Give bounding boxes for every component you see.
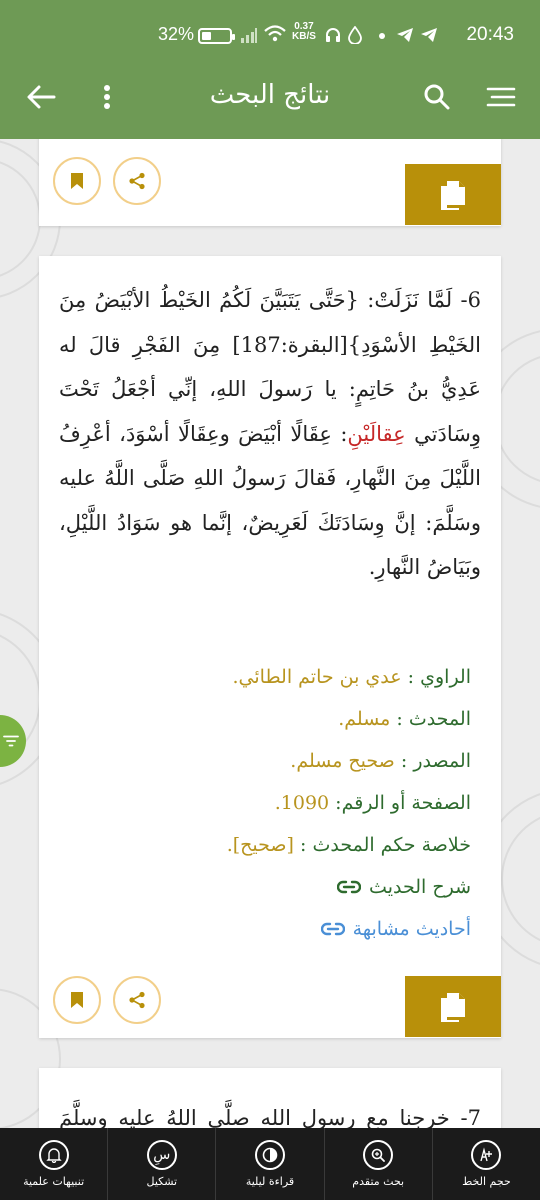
copy-icon: [441, 992, 465, 1022]
share-button[interactable]: [113, 157, 161, 205]
bookmark-icon: [71, 992, 83, 1008]
telegram-icon: [397, 28, 413, 42]
explain-hadith-link[interactable]: شرح الحديث: [59, 866, 471, 908]
similar-hadiths-label: أحاديث مشابهة: [352, 918, 471, 940]
search-button[interactable]: [414, 74, 460, 120]
night-reading-tool[interactable]: قراءة ليلية: [215, 1128, 323, 1200]
tashkeel-tool[interactable]: سِ تشكيل: [107, 1128, 215, 1200]
muhaddith-label: المحدث :: [396, 708, 471, 730]
bell-icon: [38, 1140, 69, 1170]
drawer-menu-button[interactable]: [478, 74, 524, 120]
battery-icon: [198, 28, 235, 44]
advanced-search-tool[interactable]: بحث متقدم: [323, 1128, 432, 1200]
hadith-highlight: عِقالَيْنِ: [347, 421, 406, 446]
hadith-card-prev: [39, 139, 501, 226]
share-button[interactable]: [113, 976, 161, 1024]
bookmark-button[interactable]: [53, 976, 101, 1024]
similar-hadiths-link[interactable]: أحاديث مشابهة: [59, 908, 471, 950]
narrator-value[interactable]: عدي بن حاتم الطائي.: [232, 666, 401, 688]
hadith-card-next: 7- خرجنا مع رسول الله صلَّى اللهُ عليه و…: [39, 1068, 501, 1128]
clock: 20:43: [466, 24, 514, 45]
notifications-tool[interactable]: تنبيهات علمية: [0, 1128, 107, 1200]
font-size-label: حجم الخط: [462, 1175, 511, 1188]
muhaddith-value[interactable]: مسلم.: [338, 708, 390, 730]
share-icon: [129, 991, 145, 1009]
link-icon: [337, 880, 362, 894]
speed-unit: KB/S: [292, 31, 316, 42]
page-number-row: الصفحة أو الرقم: 1090.: [59, 782, 471, 824]
copy-icon: [441, 180, 465, 210]
tashkeel-label: تشكيل: [146, 1175, 178, 1188]
source-value[interactable]: صحيح مسلم.: [290, 750, 395, 772]
status-bar: 32% 0.37 KB/S 20:43: [0, 0, 540, 56]
app-bar: نتائج البحث: [0, 56, 540, 139]
diacritics-glyph: سِ: [153, 1147, 171, 1163]
headset-icon: [326, 28, 340, 42]
bookmark-icon: [71, 173, 83, 189]
advanced-search-label: بحث متقدم: [352, 1175, 405, 1188]
ruling-label: خلاصة حكم المحدث :: [300, 834, 471, 856]
menu-icon: [486, 87, 516, 107]
zoom-search-icon: [363, 1140, 394, 1170]
font-size-tool[interactable]: حجم الخط: [431, 1128, 540, 1200]
copy-button[interactable]: [405, 976, 501, 1037]
ruling-row: خلاصة حكم المحدث : [صحيح].: [59, 824, 471, 866]
contrast-icon: [255, 1140, 285, 1170]
hadith-meta: الراوي : عدي بن حاتم الطائي. المحدث : مس…: [59, 656, 471, 950]
telegram-icon-2: [421, 28, 437, 42]
source-row: المصدر : صحيح مسلم.: [59, 740, 471, 782]
dot-icon: [379, 33, 385, 39]
wifi-icon: [264, 25, 286, 42]
drop-icon: [348, 26, 362, 44]
night-reading-label: قراءة ليلية: [245, 1175, 295, 1188]
narrator-label: الراوي :: [407, 666, 471, 688]
diacritics-icon: سِ: [146, 1140, 177, 1170]
font-size-icon: [471, 1140, 502, 1170]
source-label: المصدر :: [400, 750, 471, 772]
results-list[interactable]: 6- لَمَّا نَزَلَتْ: {حَتَّى يَتَبَيَّنَ …: [0, 139, 540, 1128]
filter-icon: [3, 735, 19, 747]
copy-button[interactable]: [405, 164, 501, 225]
narrator-row: الراوي : عدي بن حاتم الطائي.: [59, 656, 471, 698]
hadith-card: 6- لَمَّا نَزَلَتْ: {حَتَّى يَتَبَيَّنَ …: [39, 256, 501, 1038]
link-icon: [320, 922, 345, 936]
hadith-number: 6-: [460, 288, 481, 312]
bottom-toolbar: تنبيهات علمية سِ تشكيل قراءة ليلية بحث م…: [0, 1128, 540, 1200]
signal-icon: [241, 28, 257, 43]
page-number-label: الصفحة أو الرقم:: [335, 792, 471, 814]
battery-percent: 32%: [158, 24, 195, 44]
share-icon: [129, 172, 145, 190]
bookmark-button[interactable]: [53, 157, 101, 205]
muhaddith-row: المحدث : مسلم.: [59, 698, 471, 740]
explain-hadith-label: شرح الحديث: [369, 876, 471, 898]
next-hadith-text[interactable]: 7- خرجنا مع رسول الله صلَّى اللهُ عليه و…: [59, 1096, 481, 1128]
network-speed: 0.37 KB/S: [292, 22, 316, 42]
notifications-label: تنبيهات علمية: [23, 1175, 85, 1188]
page-number-value: 1090.: [274, 792, 330, 814]
ruling-value: [صحيح].: [226, 834, 294, 856]
search-icon: [424, 84, 450, 110]
hadith-text[interactable]: 6- لَمَّا نَزَلَتْ: {حَتَّى يَتَبَيَّنَ …: [59, 278, 481, 590]
